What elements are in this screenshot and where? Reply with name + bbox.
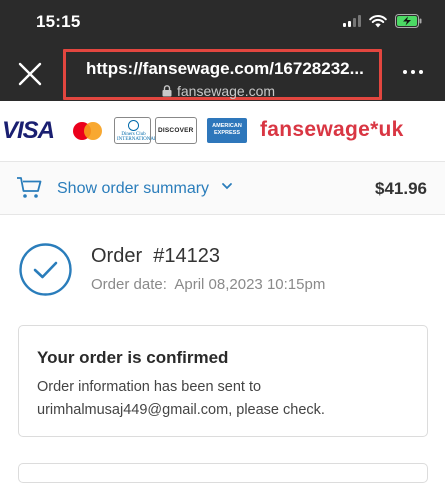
- wifi-icon: [369, 14, 387, 27]
- discover-logo: DISCOVER: [155, 117, 197, 144]
- status-time: 15:15: [36, 12, 81, 31]
- domain-label: fansewage.com: [177, 83, 276, 99]
- browser-toolbar: https://fansewage.com/16728232... fansew…: [0, 44, 445, 101]
- confirmation-message: Order information has been sent to urimh…: [37, 379, 325, 418]
- url-domain: fansewage.com: [162, 83, 275, 99]
- chevron-down-icon[interactable]: [221, 180, 233, 192]
- visa-logo: VISA: [2, 117, 55, 144]
- url-text: https://fansewage.com/16728232...: [86, 59, 364, 78]
- payment-logos: VISA Diners Club INTERNATIONAL DISCOVER …: [0, 108, 445, 152]
- show-order-summary-link[interactable]: Show order summary: [57, 180, 209, 198]
- order-total: $41.96: [375, 179, 427, 198]
- order-date: Order date: April 08,2023 10:15pm: [91, 276, 326, 293]
- order-number: Order #14123: [91, 245, 220, 267]
- battery-charging-icon: [395, 14, 422, 28]
- address-bar[interactable]: https://fansewage.com/16728232... fansew…: [63, 49, 382, 100]
- status-bar: 15:15: [0, 0, 445, 44]
- diners-club-logo: Diners Club INTERNATIONAL: [114, 117, 157, 144]
- confirmation-title: Your order is confirmed: [37, 348, 229, 367]
- store-brand: fansewage*uk: [260, 118, 404, 141]
- status-icons: [343, 14, 423, 28]
- next-section-card: [18, 463, 428, 483]
- close-icon[interactable]: [16, 60, 44, 88]
- cellular-signal-icon: [343, 15, 361, 27]
- order-confirmed-card: Your order is confirmed Order informatio…: [18, 325, 428, 437]
- cart-icon: [17, 177, 42, 198]
- checkmark-circle-icon: [19, 243, 72, 296]
- order-summary-toggle[interactable]: Show order summary $41.96: [0, 161, 445, 215]
- mastercard-logo: [73, 122, 103, 140]
- amex-logo: AMERICAN EXPRESS: [207, 118, 247, 143]
- more-options-icon[interactable]: [403, 70, 423, 74]
- lock-icon: [162, 85, 172, 97]
